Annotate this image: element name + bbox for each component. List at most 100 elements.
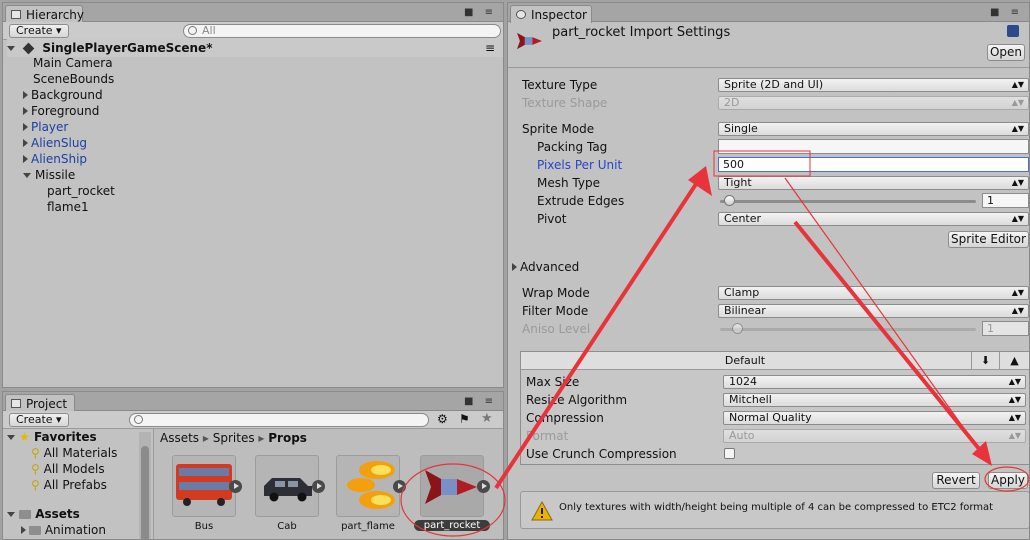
use-crunch-checkbox[interactable] <box>724 448 735 459</box>
tree-scrollbar[interactable] <box>139 432 151 539</box>
filter-by-type-icon[interactable]: ⚙ <box>437 412 448 426</box>
compression-value: Normal Quality <box>729 411 812 424</box>
expand-sprite-icon[interactable] <box>393 480 406 493</box>
collapsed-arrow-icon[interactable] <box>23 155 28 163</box>
sprite-editor-button[interactable]: Sprite Editor <box>948 231 1029 248</box>
mesh-type-dropdown[interactable]: Tight ▲▼ <box>718 176 1029 190</box>
pixels-per-unit-input[interactable]: 500 <box>718 157 1029 172</box>
asset-cab[interactable]: Cab <box>255 455 325 532</box>
texture-type-value: Sprite (2D and UI) <box>724 78 824 91</box>
max-size-dropdown[interactable]: 1024 ▲▼ <box>723 375 1026 389</box>
search-folder-icon: ⚲ <box>31 478 40 492</box>
favorite-all-prefabs[interactable]: ⚲ All Prefabs <box>31 477 153 493</box>
folder-animation[interactable]: Animation <box>21 522 153 538</box>
android-platform-icon[interactable]: ▲ <box>999 352 1029 369</box>
expand-arrow-icon[interactable] <box>7 512 15 517</box>
filter-mode-dropdown[interactable]: Bilinear ▲▼ <box>718 304 1029 318</box>
panel-lock-menu-icon[interactable]: ■ ≡ <box>464 396 497 407</box>
expand-arrow-icon[interactable] <box>7 435 15 440</box>
header-divider <box>508 67 1029 68</box>
hierarchy-item-part-rocket[interactable]: part_rocket <box>47 183 503 199</box>
hierarchy-item-scenebounds[interactable]: SceneBounds <box>33 71 503 87</box>
revert-label: Revert <box>936 473 976 487</box>
asset-thumbnail <box>255 455 325 517</box>
expand-sprite-icon[interactable] <box>477 480 490 493</box>
hierarchy-item-missile[interactable]: Missile <box>23 167 503 183</box>
inspector-panel: Inspector ■ ≡ part_rocket Import Setting… <box>507 2 1030 540</box>
breadcrumb-item[interactable]: Sprites <box>213 431 255 445</box>
texture-shape-value: 2D <box>724 96 740 109</box>
packing-tag-input[interactable] <box>718 139 1029 154</box>
wrap-mode-label: Wrap Mode <box>522 286 590 300</box>
favorite-label: All Models <box>43 462 105 476</box>
tab-project[interactable]: Project <box>5 394 75 412</box>
hierarchy-item-player[interactable]: Player <box>23 119 503 135</box>
favorite-all-models[interactable]: ⚲ All Models <box>31 461 153 477</box>
collapsed-arrow-icon[interactable] <box>23 139 28 147</box>
collapsed-arrow-icon[interactable] <box>23 123 28 131</box>
dropdown-arrow-icon: ▲▼ <box>1011 80 1024 89</box>
open-button[interactable]: Open <box>987 44 1025 61</box>
asset-part-flame[interactable]: part_flame <box>336 455 406 532</box>
hierarchy-search-input[interactable]: All <box>183 24 501 38</box>
hierarchy-create-button[interactable]: Create ▾ <box>9 24 69 38</box>
sprite-mode-dropdown[interactable]: Single ▲▼ <box>718 122 1029 136</box>
favorite-all-materials[interactable]: ⚲ All Materials <box>31 445 153 461</box>
revert-button[interactable]: Revert <box>932 472 980 489</box>
hierarchy-item-flame1[interactable]: flame1 <box>47 199 503 215</box>
favorite-star-icon[interactable]: ★ <box>481 411 493 426</box>
hierarchy-item-background[interactable]: Background <box>23 87 503 103</box>
folder-icon <box>29 526 41 535</box>
collapsed-arrow-icon[interactable] <box>512 263 517 271</box>
resize-algorithm-dropdown[interactable]: Mitchell ▲▼ <box>723 393 1026 407</box>
project-search-input[interactable] <box>129 413 429 427</box>
filter-by-label-icon[interactable]: ⚑ <box>459 412 470 426</box>
download-platform-icon[interactable]: ⬇ <box>971 352 999 369</box>
hierarchy-item-main-camera[interactable]: Main Camera <box>33 55 503 71</box>
texture-type-dropdown[interactable]: Sprite (2D and UI) ▲▼ <box>718 78 1029 92</box>
compression-dropdown[interactable]: Normal Quality ▲▼ <box>723 411 1026 425</box>
breadcrumb-item[interactable]: Assets <box>160 431 199 445</box>
pivot-dropdown[interactable]: Center ▲▼ <box>718 212 1029 226</box>
asset-bus[interactable]: Bus <box>172 455 242 532</box>
panel-lock-menu-icon[interactable]: ■ ≡ <box>464 7 497 18</box>
extrude-edges-slider-knob[interactable] <box>724 195 735 206</box>
collapsed-arrow-icon[interactable] <box>23 91 28 99</box>
mesh-type-value: Tight <box>724 176 752 189</box>
help-book-icon[interactable] <box>1007 25 1019 37</box>
hierarchy-item-alienslug[interactable]: AlienSlug <box>23 135 503 151</box>
collapsed-arrow-icon[interactable] <box>23 107 28 115</box>
assets-folder[interactable]: Assets <box>7 506 153 522</box>
aniso-level-slider-knob <box>732 323 743 334</box>
extrude-edges-slider[interactable] <box>720 200 976 203</box>
tab-hierarchy[interactable]: Hierarchy <box>5 5 84 23</box>
tab-inspector[interactable]: Inspector <box>510 5 592 23</box>
aniso-level-label: Aniso Level <box>522 322 591 336</box>
info-tab-icon <box>516 10 526 19</box>
panel-lock-menu-icon[interactable]: ■ ≡ <box>990 7 1023 18</box>
expand-sprite-icon[interactable] <box>312 480 325 493</box>
mesh-type-label: Mesh Type <box>537 176 600 190</box>
asset-thumbnail <box>420 455 490 517</box>
asset-part-rocket[interactable]: part_rocket <box>414 455 490 531</box>
hierarchy-item-label: Missile <box>35 168 76 182</box>
favorites-header[interactable]: ★ Favorites <box>7 429 153 445</box>
wrap-mode-dropdown[interactable]: Clamp ▲▼ <box>718 286 1029 300</box>
hierarchy-item-foreground[interactable]: Foreground <box>23 103 503 119</box>
breadcrumb-item[interactable]: Props <box>268 431 307 445</box>
rocket-icon <box>425 470 477 504</box>
scrollbar-thumb[interactable] <box>141 446 149 539</box>
apply-button[interactable]: Apply <box>988 472 1028 489</box>
use-crunch-label: Use Crunch Compression <box>526 447 677 461</box>
breadcrumb-chevron-icon: ▸ <box>258 431 269 445</box>
extrude-edges-input[interactable]: 1 <box>982 193 1029 208</box>
expand-arrow-icon[interactable] <box>7 46 15 51</box>
expand-sprite-icon[interactable] <box>229 480 242 493</box>
project-create-button[interactable]: Create ▾ <box>9 413 69 427</box>
pivot-label: Pivot <box>537 212 567 226</box>
platform-tab-default[interactable]: Default <box>521 352 969 370</box>
expand-arrow-icon[interactable] <box>23 173 31 178</box>
collapsed-arrow-icon[interactable] <box>21 526 26 534</box>
advanced-foldout[interactable]: Advanced <box>512 259 579 275</box>
hierarchy-item-alienship[interactable]: AlienShip <box>23 151 503 167</box>
